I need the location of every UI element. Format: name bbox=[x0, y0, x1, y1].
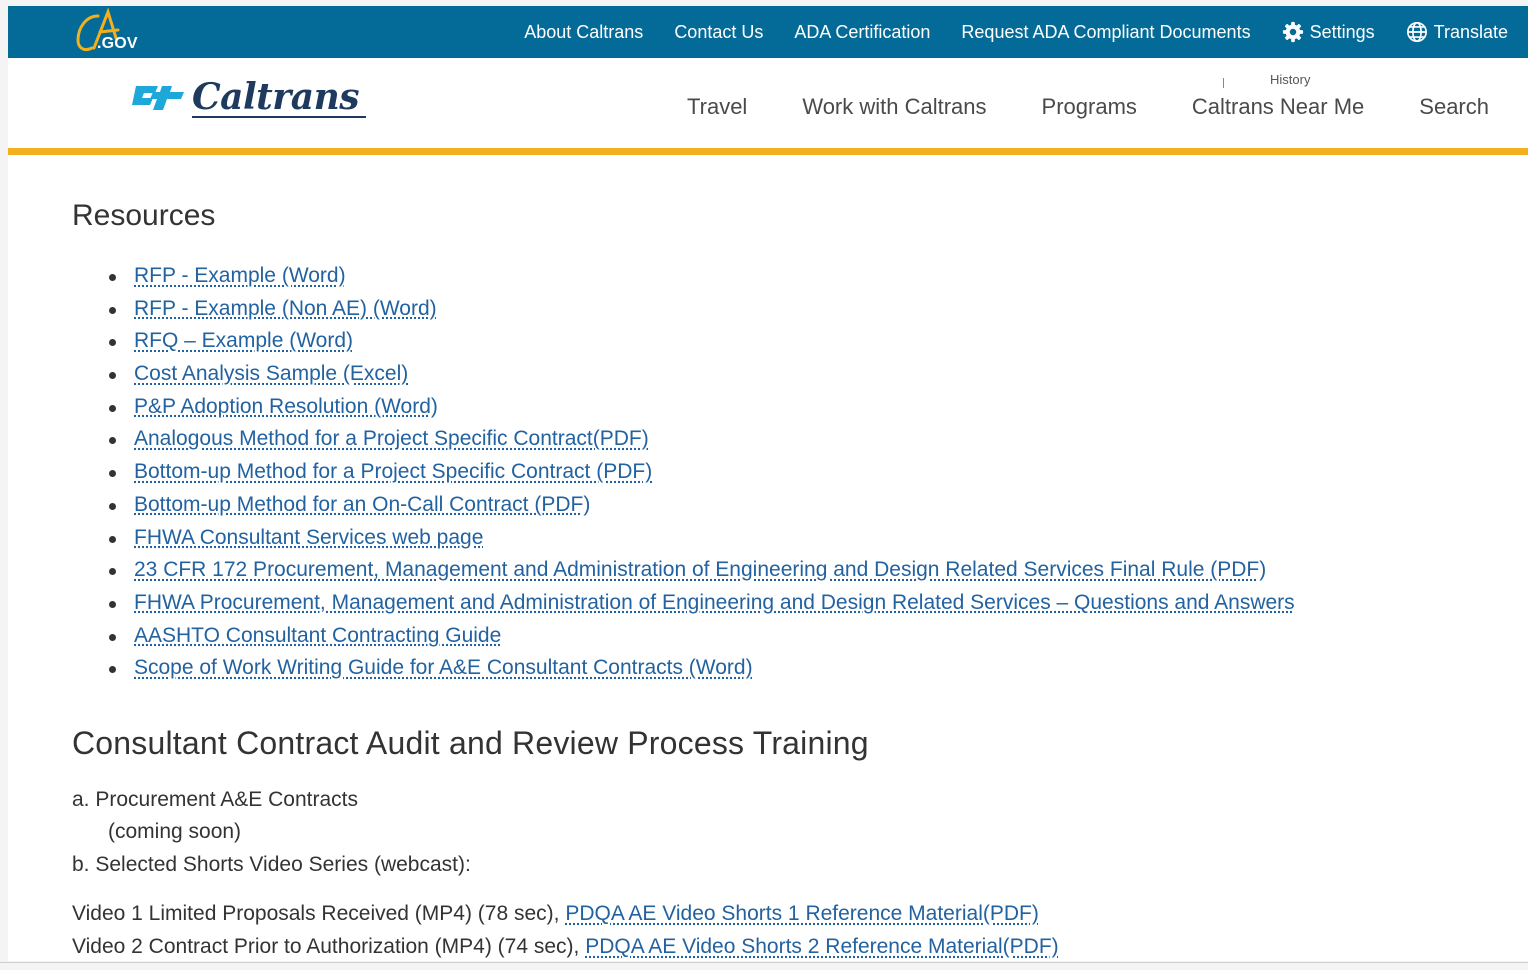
main-header: Caltrans History Travel Work with Caltra… bbox=[8, 58, 1528, 148]
main-nav: Travel Work with Caltrans Programs Caltr… bbox=[687, 94, 1489, 120]
ca-gov-logo[interactable]: .GOV bbox=[72, 8, 152, 54]
resources-heading: Resources bbox=[72, 199, 216, 232]
resource-link[interactable]: FHWA Procurement, Management and Adminis… bbox=[134, 591, 1295, 614]
list-item: Bottom-up Method for a Project Specific … bbox=[106, 456, 1295, 489]
list-item: P&P Adoption Resolution (Word) bbox=[106, 391, 1295, 424]
training-heading: Consultant Contract Audit and Review Pro… bbox=[72, 725, 869, 761]
resource-link[interactable]: Bottom-up Method for a Project Specific … bbox=[134, 460, 652, 483]
resource-link[interactable]: P&P Adoption Resolution (Word) bbox=[134, 395, 438, 418]
list-item: RFP - Example (Word) bbox=[106, 260, 1295, 293]
resource-link[interactable]: RFP - Example (Word) bbox=[134, 264, 346, 287]
request-ada-documents-label: Request ADA Compliant Documents bbox=[961, 21, 1251, 42]
nav-work-with-caltrans[interactable]: Work with Caltrans bbox=[802, 94, 986, 120]
ada-certification-link[interactable]: ADA Certification bbox=[794, 22, 930, 43]
resource-link[interactable]: Cost Analysis Sample (Excel) bbox=[134, 362, 408, 385]
caltrans-logo[interactable]: Caltrans bbox=[128, 76, 378, 120]
ada-certification-label: ADA Certification bbox=[794, 21, 931, 42]
utility-bar: .GOV About Caltrans Contact Us ADA Certi… bbox=[8, 6, 1528, 58]
translate-button[interactable]: Translate bbox=[1406, 21, 1508, 43]
list-item: FHWA Consultant Services web page bbox=[106, 522, 1295, 555]
about-caltrans-link[interactable]: About Caltrans bbox=[524, 22, 643, 43]
resource-link[interactable]: RFQ – Example (Word) bbox=[134, 329, 353, 352]
training-item-b: b. Selected Shorts Video Series (webcast… bbox=[72, 853, 471, 876]
resource-link[interactable]: Bottom-up Method for an On-Call Contract… bbox=[134, 493, 590, 516]
video-row-1: Video 1 Limited Proposals Received (MP4)… bbox=[72, 902, 1039, 926]
video-row-2: Video 2 Contract Prior to Authorization … bbox=[72, 935, 1059, 959]
coming-soon-note: (coming soon) bbox=[108, 820, 242, 843]
resources-list: RFP - Example (Word) RFP - Example (Non … bbox=[106, 260, 1295, 685]
settings-button[interactable]: Settings bbox=[1282, 21, 1375, 43]
video-1-text: Video 1 Limited Proposals Received (MP4)… bbox=[72, 902, 560, 925]
about-caltrans-label: About Caltrans bbox=[524, 21, 644, 42]
caltrans-wordmark: Caltrans bbox=[192, 76, 360, 118]
menu-divider bbox=[1223, 78, 1224, 88]
video-1-reference-link[interactable]: PDQA AE Video Shorts 1 Reference Materia… bbox=[565, 902, 1038, 925]
list-item: RFP - Example (Non AE) (Word) bbox=[106, 293, 1295, 326]
window-bottom-border bbox=[0, 962, 1528, 963]
nav-caltrans-near-me[interactable]: Caltrans Near Me bbox=[1192, 94, 1364, 120]
list-item: Scope of Work Writing Guide for A&E Cons… bbox=[106, 652, 1295, 685]
training-item-a: a. Procurement A&E Contracts bbox=[72, 788, 358, 811]
browser-page: .GOV About Caltrans Contact Us ADA Certi… bbox=[8, 6, 1528, 961]
wordmark-underline bbox=[192, 116, 366, 118]
caltrans-mark-icon bbox=[132, 86, 184, 110]
resource-link[interactable]: Analogous Method for a Project Specific … bbox=[134, 427, 649, 450]
ca-gov-text: .GOV bbox=[97, 35, 138, 52]
video-2-reference-link[interactable]: PDQA AE Video Shorts 2 Reference Materia… bbox=[585, 935, 1058, 958]
resource-link[interactable]: AASHTO Consultant Contracting Guide bbox=[134, 624, 501, 647]
list-item: AASHTO Consultant Contracting Guide bbox=[106, 620, 1295, 653]
nav-travel[interactable]: Travel bbox=[687, 94, 747, 120]
request-ada-documents-link[interactable]: Request ADA Compliant Documents bbox=[961, 22, 1250, 43]
list-item: 23 CFR 172 Procurement, Management and A… bbox=[106, 554, 1295, 587]
utility-links: About Caltrans Contact Us ADA Certificat… bbox=[524, 6, 1508, 58]
list-item: RFQ – Example (Word) bbox=[106, 325, 1295, 358]
resource-link[interactable]: FHWA Consultant Services web page bbox=[134, 526, 483, 549]
globe-icon bbox=[1406, 22, 1427, 42]
nav-programs[interactable]: Programs bbox=[1042, 94, 1137, 120]
list-item: Cost Analysis Sample (Excel) bbox=[106, 358, 1295, 391]
list-item: Bottom-up Method for an On-Call Contract… bbox=[106, 489, 1295, 522]
resource-link[interactable]: Scope of Work Writing Guide for A&E Cons… bbox=[134, 656, 753, 679]
translate-label: Translate bbox=[1433, 21, 1508, 42]
contact-us-label: Contact Us bbox=[674, 21, 764, 42]
history-dropdown-fragment[interactable]: History bbox=[1270, 72, 1310, 87]
header-gold-divider bbox=[8, 148, 1528, 155]
resource-link[interactable]: RFP - Example (Non AE) (Word) bbox=[134, 297, 437, 320]
nav-search[interactable]: Search bbox=[1419, 94, 1489, 120]
contact-us-link[interactable]: Contact Us bbox=[674, 22, 763, 43]
list-item: Analogous Method for a Project Specific … bbox=[106, 423, 1295, 456]
gear-icon bbox=[1282, 21, 1303, 43]
settings-label: Settings bbox=[1309, 21, 1375, 42]
video-2-text: Video 2 Contract Prior to Authorization … bbox=[72, 935, 580, 958]
resource-link[interactable]: 23 CFR 172 Procurement, Management and A… bbox=[134, 558, 1266, 581]
list-item: FHWA Procurement, Management and Adminis… bbox=[106, 587, 1295, 620]
